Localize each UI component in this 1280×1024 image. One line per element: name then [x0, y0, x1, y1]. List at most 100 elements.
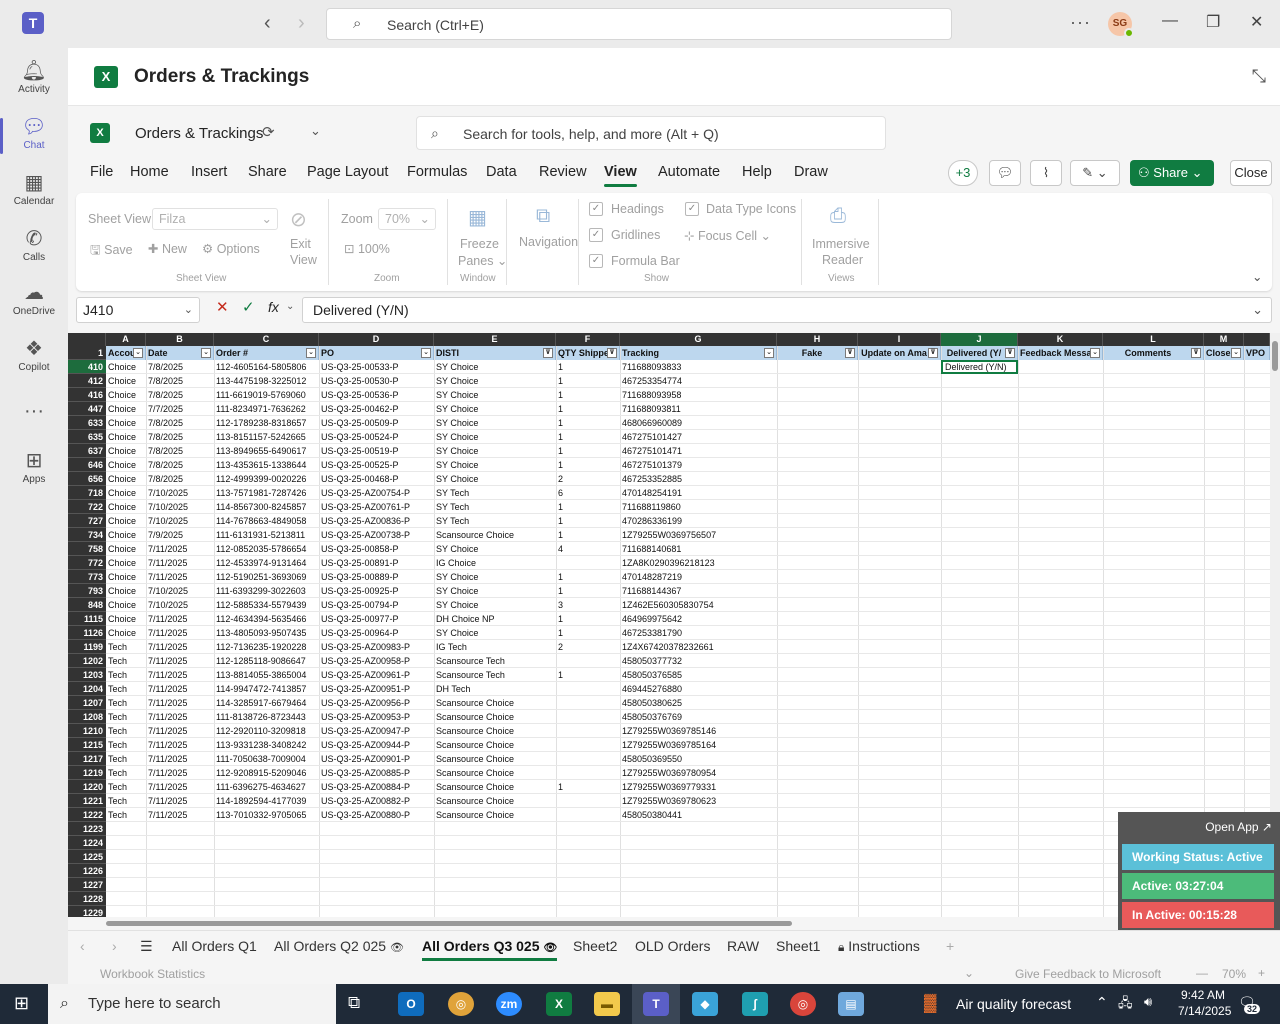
table-cell[interactable]: 112-0852035-5786654 — [214, 542, 319, 556]
table-cell[interactable]: 7/11/2025 — [146, 612, 214, 626]
horizontal-scrollbar[interactable] — [106, 919, 1270, 927]
row-header[interactable]: 1219 — [68, 766, 106, 780]
column-header[interactable]: A — [106, 333, 146, 346]
table-cell[interactable]: 7/11/2025 — [146, 542, 214, 556]
table-cell[interactable]: 711688144367 — [620, 584, 777, 598]
row-header[interactable]: 1202 — [68, 654, 106, 668]
table-cell[interactable]: 113-7571981-7287426 — [214, 486, 319, 500]
table-cell[interactable]: SY Choice — [434, 626, 556, 640]
row-header[interactable]: 1215 — [68, 738, 106, 752]
column-header[interactable]: K — [1018, 333, 1103, 346]
table-cell[interactable]: 114-3285917-6679464 — [214, 696, 319, 710]
row-header[interactable]: 1225 — [68, 850, 106, 864]
exit-view-button-line2[interactable]: View — [290, 253, 317, 267]
exit-view-button[interactable]: Exit — [290, 237, 311, 251]
table-cell[interactable]: Scansource Choice — [434, 794, 556, 808]
column-header[interactable]: D — [319, 333, 434, 346]
table-header-cell[interactable]: DISTI ⊽ — [434, 346, 556, 360]
table-cell[interactable]: Scansource Tech — [434, 654, 556, 668]
table-cell[interactable]: 1 — [556, 612, 620, 626]
filter-dropdown-icon[interactable]: ⌄ — [201, 348, 211, 358]
filter-dropdown-icon[interactable]: ⌄ — [1231, 348, 1241, 358]
row-header[interactable]: 1220 — [68, 780, 106, 794]
table-cell[interactable]: SY Choice — [434, 402, 556, 416]
table-cell[interactable]: 1 — [556, 458, 620, 472]
table-cell[interactable]: 7/8/2025 — [146, 444, 214, 458]
table-cell[interactable]: 7/8/2025 — [146, 416, 214, 430]
table-cell[interactable]: US-Q3-25-AZ00880-P — [319, 808, 434, 822]
table-cell[interactable]: US-Q3-25-AZ00944-P — [319, 738, 434, 752]
table-cell[interactable] — [556, 794, 620, 808]
table-cell[interactable]: 112-9208915-5209046 — [214, 766, 319, 780]
table-cell[interactable]: 7/10/2025 — [146, 598, 214, 612]
sheet-view-select[interactable]: Filza ⌄ — [152, 208, 278, 230]
table-cell[interactable]: 7/11/2025 — [146, 654, 214, 668]
windows-start-icon[interactable]: ⊞ — [14, 993, 29, 1014]
table-header-cell[interactable]: Fake ⊽ — [777, 346, 858, 360]
close-button[interactable]: Close — [1230, 160, 1272, 186]
row-header[interactable]: 1204 — [68, 682, 106, 696]
table-cell[interactable]: 7/11/2025 — [146, 794, 214, 808]
selected-cell[interactable]: Delivered (Y/N) — [941, 360, 1018, 374]
avatar[interactable]: SG — [1108, 12, 1134, 38]
table-cell[interactable]: Tech — [106, 668, 146, 682]
table-cell[interactable]: Tech — [106, 640, 146, 654]
table-cell[interactable]: 1 — [556, 570, 620, 584]
table-cell[interactable]: 114-1892594-4177039 — [214, 794, 319, 808]
filter-dropdown-icon[interactable]: ⌄ — [764, 348, 774, 358]
feedback-link[interactable]: Give Feedback to Microsoft — [1015, 967, 1161, 981]
table-cell[interactable]: 113-8949655-6490617 — [214, 444, 319, 458]
tab-view[interactable]: View — [604, 164, 637, 187]
comments-icon[interactable]: 💬︎ — [989, 160, 1021, 186]
row-header[interactable]: 793 — [68, 584, 106, 598]
table-cell[interactable]: SY Choice — [434, 360, 556, 374]
app-icon[interactable]: ◆ — [692, 992, 718, 1016]
column-header[interactable] — [1244, 333, 1270, 346]
table-cell[interactable]: SY Choice — [434, 388, 556, 402]
table-cell[interactable]: 1 — [556, 374, 620, 388]
table-cell[interactable]: Choice — [106, 472, 146, 486]
tab-automate[interactable]: Automate — [658, 164, 720, 180]
name-box[interactable]: J410 ⌄ — [76, 297, 200, 323]
table-cell[interactable]: US-Q3-25-00524-P — [319, 430, 434, 444]
table-cell[interactable]: 1Z79255W0369779331 — [620, 780, 777, 794]
scroll-thumb[interactable] — [106, 921, 792, 926]
table-cell[interactable]: 7/11/2025 — [146, 640, 214, 654]
table-cell[interactable]: 1 — [556, 584, 620, 598]
table-cell[interactable]: 458050377732 — [620, 654, 777, 668]
table-cell[interactable] — [556, 766, 620, 780]
table-header-cell[interactable]: Feedback Messa ⌄ — [1018, 346, 1103, 360]
table-cell[interactable]: Choice — [106, 374, 146, 388]
checkbox-checked-icon[interactable]: ✓ — [589, 228, 603, 242]
navigation-button[interactable]: Navigation — [519, 235, 578, 249]
zoom-in-icon[interactable]: + — [1258, 966, 1265, 980]
table-cell[interactable]: Choice — [106, 626, 146, 640]
table-cell[interactable]: Choice — [106, 458, 146, 472]
table-cell[interactable]: 6 — [556, 486, 620, 500]
workbook-name[interactable]: Orders & Trackings — [135, 125, 263, 142]
table-cell[interactable]: Scansource Choice — [434, 696, 556, 710]
table-cell[interactable]: US-Q3-25-AZ00983-P — [319, 640, 434, 654]
table-cell[interactable]: 1 — [556, 416, 620, 430]
table-cell[interactable]: US-Q3-25-AZ00947-P — [319, 724, 434, 738]
table-cell[interactable]: SY Choice — [434, 430, 556, 444]
gridlines-option[interactable]: Gridlines — [611, 228, 660, 242]
volume-icon[interactable]: 🔊︎ — [1144, 994, 1152, 1010]
row-header[interactable]: 1126 — [68, 626, 106, 640]
row-header[interactable]: 416 — [68, 388, 106, 402]
table-cell[interactable]: 1Z4X67420378232661 — [620, 640, 777, 654]
row-header[interactable]: 1222 — [68, 808, 106, 822]
column-header[interactable]: L — [1103, 333, 1204, 346]
table-cell[interactable]: 7/7/2025 — [146, 402, 214, 416]
rail-activity[interactable]: 🔔︎ Activity — [0, 58, 68, 95]
table-cell[interactable]: 7/8/2025 — [146, 430, 214, 444]
table-cell[interactable]: Tech — [106, 780, 146, 794]
table-cell[interactable]: Scansource Choice — [434, 752, 556, 766]
table-cell[interactable]: DH Choice NP — [434, 612, 556, 626]
table-cell[interactable]: Scansource Choice — [434, 738, 556, 752]
table-cell[interactable]: DH Tech — [434, 682, 556, 696]
table-cell[interactable]: US-Q3-25-00509-P — [319, 416, 434, 430]
row-header[interactable]: 637 — [68, 444, 106, 458]
table-cell[interactable]: Tech — [106, 724, 146, 738]
ribbon-expand-icon[interactable]: ⌄ — [1252, 269, 1262, 284]
